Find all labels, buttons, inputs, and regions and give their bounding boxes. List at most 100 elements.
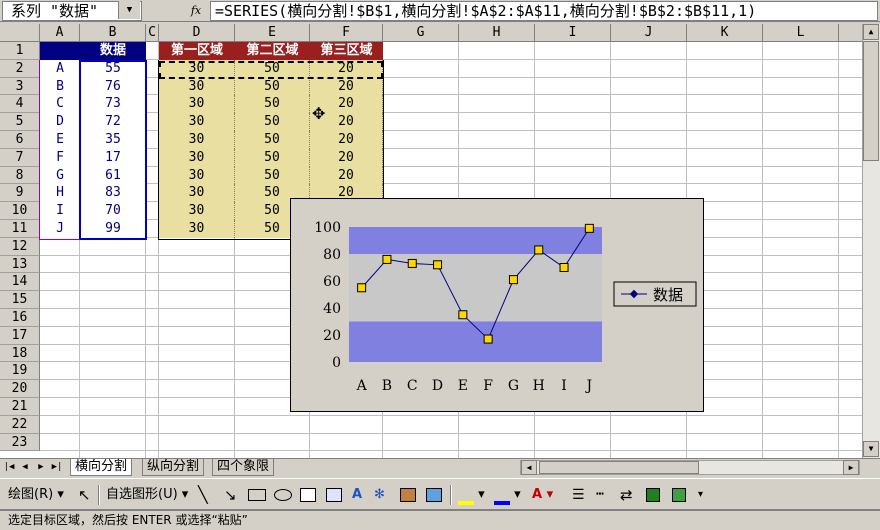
- scroll-right-icon[interactable]: ▶: [843, 460, 859, 475]
- horizontal-scrollbar[interactable]: ◀ ▶: [520, 460, 860, 475]
- data-point: [559, 263, 569, 272]
- y-tick-label: 100: [314, 220, 341, 236]
- rectangle-tool-icon[interactable]: [248, 485, 266, 505]
- row-header-7[interactable]: 7: [0, 148, 40, 167]
- cell-e1-header[interactable]: 第二区域: [235, 42, 310, 60]
- wordart-icon[interactable]: A: [352, 485, 362, 505]
- select-objects-icon[interactable]: ↖: [78, 485, 91, 505]
- toolbar-separator: [450, 485, 452, 505]
- fx-icon[interactable]: fx: [186, 2, 206, 20]
- row-header-20[interactable]: 20: [0, 380, 40, 398]
- row-header-16[interactable]: 16: [0, 309, 40, 327]
- row-header-8[interactable]: 8: [0, 166, 40, 185]
- dash-style-icon[interactable]: ┅: [596, 485, 604, 505]
- fill-color-icon[interactable]: ▾: [458, 485, 485, 505]
- hscroll-thumb[interactable]: [539, 461, 699, 474]
- textbox-tool-icon[interactable]: [300, 485, 316, 505]
- first-sheet-icon[interactable]: |◀: [2, 460, 16, 475]
- row-header-21[interactable]: 21: [0, 398, 40, 416]
- row-header-4[interactable]: 4: [0, 95, 40, 114]
- column-header-i[interactable]: I: [535, 24, 611, 42]
- picture-icon[interactable]: [426, 485, 442, 505]
- column-header-k[interactable]: K: [687, 24, 763, 42]
- line-chart[interactable]: 0 20 40 60 80 100 A B C D E F G H I J 数据: [291, 199, 705, 413]
- legend-label: 数据: [653, 286, 683, 304]
- row-header-5[interactable]: 5: [0, 113, 40, 131]
- autoshapes-menu-label: 自选图形(U): [106, 487, 178, 502]
- cell-b1-header[interactable]: 数据: [80, 42, 146, 60]
- shadow-icon[interactable]: [646, 485, 660, 505]
- toolbar-options-icon[interactable]: ▾: [698, 485, 703, 505]
- column-header-m[interactable]: [839, 24, 862, 42]
- tab-sheet-2[interactable]: 纵向分割: [142, 459, 205, 476]
- row-header-23[interactable]: 23: [0, 433, 40, 452]
- column-header-l[interactable]: L: [763, 24, 839, 42]
- arrow-tool-icon[interactable]: ↘: [224, 485, 237, 505]
- row-header-18[interactable]: 18: [0, 344, 40, 363]
- data-point: [382, 254, 392, 264]
- row-header-19[interactable]: 19: [0, 362, 40, 381]
- move-cursor-icon: ✥: [312, 104, 326, 123]
- cell-d1-header[interactable]: 第一区域: [159, 42, 235, 60]
- line-style-icon[interactable]: ☰: [572, 485, 585, 505]
- autoshapes-menu-button[interactable]: 自选图形(U) ▾: [106, 485, 188, 505]
- arrow-style-icon[interactable]: ⇄: [620, 485, 633, 505]
- column-header-h[interactable]: H: [459, 24, 535, 42]
- column-header-f[interactable]: F: [310, 24, 383, 42]
- row-header-12[interactable]: 12: [0, 237, 40, 256]
- row-header-6[interactable]: 6: [0, 131, 40, 149]
- select-all-corner[interactable]: [0, 24, 40, 42]
- vertical-textbox-icon[interactable]: [326, 485, 342, 505]
- row-header-22[interactable]: 22: [0, 415, 40, 434]
- chevron-down-icon[interactable]: ▼: [118, 1, 140, 19]
- scroll-left-icon[interactable]: ◀: [521, 460, 537, 475]
- font-color-icon[interactable]: A ▾: [532, 485, 553, 505]
- tab-sheet-1[interactable]: 横向分割: [70, 459, 133, 476]
- line-color-icon[interactable]: ▾: [494, 485, 521, 505]
- data-point: [534, 245, 544, 255]
- y-tick-label: 40: [323, 301, 341, 317]
- row-header-11[interactable]: 11: [0, 220, 40, 238]
- chart-area[interactable]: 0 20 40 60 80 100 A B C D E F G H I J 数据: [290, 198, 704, 412]
- last-sheet-icon[interactable]: ▶|: [50, 460, 64, 475]
- column-header-e[interactable]: E: [235, 24, 310, 42]
- row-header-14[interactable]: 14: [0, 273, 40, 292]
- row-header-9[interactable]: 9: [0, 184, 40, 203]
- row-header-17[interactable]: 17: [0, 326, 40, 345]
- scroll-thumb[interactable]: [863, 41, 879, 161]
- row-header-1[interactable]: 1: [0, 42, 40, 60]
- row-header-15[interactable]: 15: [0, 291, 40, 309]
- column-header-c[interactable]: C: [146, 24, 159, 42]
- row-header-3[interactable]: 3: [0, 77, 40, 96]
- column-header-a[interactable]: A: [40, 24, 80, 42]
- x-tick-label: D: [432, 378, 443, 394]
- data-point: [508, 275, 518, 285]
- next-sheet-icon[interactable]: ▶: [34, 460, 48, 475]
- column-header-j[interactable]: J: [611, 24, 687, 42]
- cell-a1-header[interactable]: [40, 42, 80, 60]
- cell-f1-header[interactable]: 第三区域: [310, 42, 383, 60]
- row-header-13[interactable]: 13: [0, 255, 40, 274]
- column-header-d[interactable]: D: [159, 24, 235, 42]
- vertical-scrollbar[interactable]: ▲ ▼: [862, 24, 880, 458]
- scroll-up-icon[interactable]: ▲: [863, 24, 879, 40]
- formula-input[interactable]: =SERIES(横向分割!$B$1,横向分割!$A$2:$A$11,横向分割!$…: [210, 1, 878, 21]
- 3d-style-icon[interactable]: [672, 485, 686, 505]
- line-tool-icon[interactable]: ╲: [198, 485, 208, 505]
- x-tick-label: H: [533, 378, 545, 394]
- row-header-2[interactable]: 2: [0, 59, 40, 78]
- scroll-down-icon[interactable]: ▼: [863, 441, 879, 457]
- diagram-icon[interactable]: ✻: [374, 485, 385, 505]
- column-header-g[interactable]: G: [383, 24, 459, 42]
- prev-sheet-icon[interactable]: ◀: [18, 460, 32, 475]
- draw-menu-button[interactable]: 绘图(R) ▾: [8, 485, 64, 505]
- category-selection-outline: [39, 60, 80, 240]
- tab-sheet-3[interactable]: 四个象限: [212, 459, 275, 476]
- clipart-icon[interactable]: [400, 485, 416, 505]
- x-tick-label: F: [483, 378, 493, 394]
- row-header-10[interactable]: 10: [0, 202, 40, 220]
- band-3: [349, 227, 602, 254]
- y-tick-label: 20: [323, 328, 341, 344]
- column-header-b[interactable]: B: [80, 24, 146, 42]
- oval-tool-icon[interactable]: [274, 485, 292, 505]
